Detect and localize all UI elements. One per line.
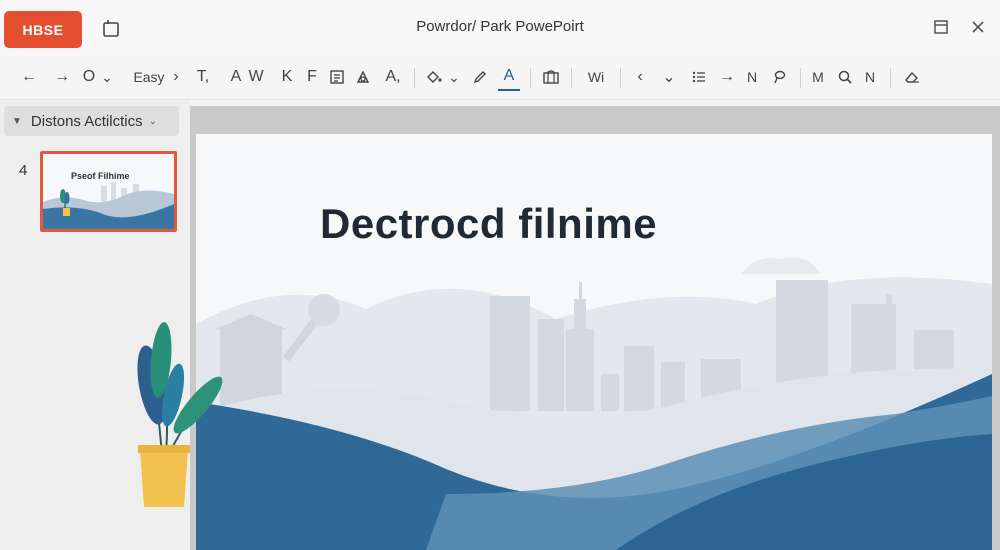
caret-down-icon: ▼ — [12, 115, 22, 127]
back-arrow-icon[interactable]: ← — [18, 63, 40, 91]
slide-canvas[interactable]: Dectrocd filnime — [196, 134, 992, 550]
panel-dropdown-label: Distons Actilctics — [30, 112, 143, 130]
ribbon-toolbar: ← → O ⌄ Easy › T, A W K F A, ⌄ A Wi ‹ ⌄ … — [0, 56, 1000, 100]
slide-thumbnail[interactable]: Pseof Filhime — [40, 151, 177, 232]
font-k-icon[interactable]: K — [279, 63, 295, 91]
toolbar-divider — [890, 68, 891, 88]
slide-illustration — [196, 257, 992, 550]
fill-dropdown-caret-icon[interactable]: ⌄ — [448, 63, 460, 91]
plant-illustration — [137, 322, 223, 507]
insert-image-icon[interactable] — [541, 63, 561, 91]
toolbar-divider — [571, 68, 572, 88]
slide-title[interactable]: Dectrocd filnime — [320, 200, 657, 248]
n-icon[interactable]: N — [744, 63, 760, 91]
right-arrow-icon[interactable]: → — [718, 63, 736, 91]
bullet-list-icon[interactable] — [690, 63, 708, 91]
chevron-down-icon: ⌄ — [148, 115, 157, 127]
font-w-icon[interactable]: W — [246, 63, 266, 91]
thumbnail-illustration — [43, 154, 174, 229]
toolbar-divider — [414, 68, 415, 88]
style-dropdown[interactable]: Easy — [130, 63, 168, 91]
zoom-icon[interactable] — [836, 63, 854, 91]
file-icon[interactable] — [100, 18, 122, 40]
title-bar: HBSE Powrdor/ Park PowePoirt — [0, 0, 1000, 56]
app-menu-button[interactable]: HBSE — [4, 11, 82, 48]
panel-dropdown[interactable]: ▼ Distons Actilctics ⌄ — [4, 106, 179, 136]
text-icon[interactable]: T, — [193, 63, 213, 91]
document-title: Powrdor/ Park PowePoirt — [416, 18, 584, 35]
m-icon[interactable]: M — [810, 63, 826, 91]
shape-icon[interactable] — [354, 63, 372, 91]
forward-arrow-icon[interactable]: → — [51, 63, 73, 91]
chevron-down-icon[interactable]: ⌄ — [660, 63, 678, 91]
font-color-icon[interactable]: A — [498, 63, 520, 91]
chevron-left-icon[interactable]: ‹ — [632, 63, 648, 91]
slide-number: 4 — [19, 162, 28, 179]
toolbar-divider — [800, 68, 801, 88]
font-size-icon[interactable]: A, — [382, 63, 404, 91]
restore-icon[interactable] — [930, 16, 952, 38]
paint-bucket-icon[interactable] — [424, 63, 444, 91]
wi-label[interactable]: Wi — [584, 63, 608, 91]
close-icon[interactable] — [967, 16, 989, 38]
chevron-right-icon[interactable]: › — [170, 63, 182, 91]
toolbar-divider — [530, 68, 531, 88]
toolbar-divider — [620, 68, 621, 88]
eraser-icon[interactable] — [902, 63, 922, 91]
font-f-icon[interactable]: F — [304, 63, 320, 91]
lasso-icon[interactable] — [770, 63, 788, 91]
pencil-icon[interactable] — [470, 63, 490, 91]
n2-icon[interactable]: N — [862, 63, 878, 91]
circle-dropdown-caret-icon[interactable]: ⌄ — [100, 63, 114, 91]
list-icon[interactable] — [328, 63, 346, 91]
circle-icon[interactable]: O — [80, 63, 98, 91]
thumbnail-title: Pseof Filhime — [71, 171, 130, 181]
font-a-icon[interactable]: A — [228, 63, 244, 91]
